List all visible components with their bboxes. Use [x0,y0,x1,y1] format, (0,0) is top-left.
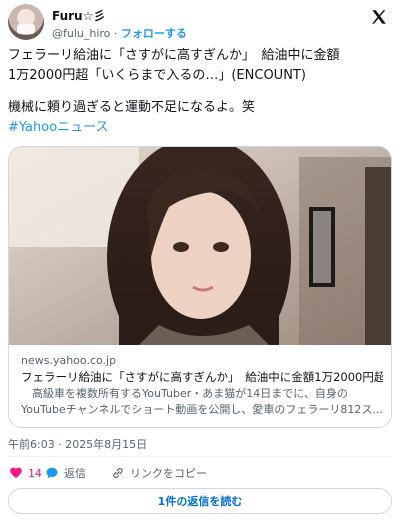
author-meta: @fulu_hiro · フォローする [52,25,187,41]
card-image[interactable] [9,147,391,345]
reply-label: 返信 [64,467,86,480]
copy-link-button[interactable]: リンクをコピー [110,462,207,484]
like-button[interactable]: 14 [8,462,42,484]
speech-bubble-icon [44,465,60,481]
tweet-timestamp[interactable]: 午前6:03 · 2025年8月15日 [8,436,147,452]
tweet-header: Furu☆彡 @fulu_hiro · フォローする [8,4,392,40]
like-count: 14 [28,466,42,480]
tweet-line: 1万2000円超「いくらまで入るの…」(ENCOUNT) [8,68,306,83]
link-card[interactable]: news.yahoo.co.jp フェラーリ給油に「さすがに高すぎんか」 給油中… [8,146,392,428]
link-icon [110,465,126,481]
heart-icon [8,465,24,481]
card-description-line: 高級車を複数所有するYouTuber・あま猫が14日までに、自身の [21,387,348,400]
x-logo-icon[interactable] [370,8,388,26]
reply-button[interactable]: 返信 [44,462,86,484]
separator: · [113,27,118,40]
author-handle[interactable]: @fulu_hiro [52,27,110,40]
card-title[interactable]: フェラーリ給油に「さすがに高すぎんか」 給油中に金額1万2000円超... [21,369,383,386]
card-domain: news.yahoo.co.jp [21,354,117,367]
tweet-line: 機械に頼り過ぎると運動不足になるよ。笑 [8,100,256,115]
action-bar: 14 返信 リンクをコピー [8,462,392,484]
follow-button[interactable]: フォローする [121,27,187,40]
tweet-text: フェラーリ給油に「さすがに高すぎんか」 給油中に金額 1万2000円超「いくらま… [8,46,394,138]
card-description-line: YouTubeチャンネルでショート動画を公開し、愛車のフェラーリ812ス... [21,403,383,416]
divider [8,456,392,457]
hashtag-link[interactable]: #Yahooニュース [8,118,394,138]
card-body: news.yahoo.co.jp フェラーリ給油に「さすがに高すぎんか」 給油中… [21,353,383,418]
author-name[interactable]: Furu☆彡 [52,7,105,24]
read-replies-button[interactable]: 1件の返信を読む [8,488,392,514]
avatar[interactable] [8,4,44,40]
copy-link-label: リンクをコピー [130,467,207,480]
tweet-line: フェラーリ給油に「さすがに高すぎんか」 給油中に金額 [8,48,340,63]
